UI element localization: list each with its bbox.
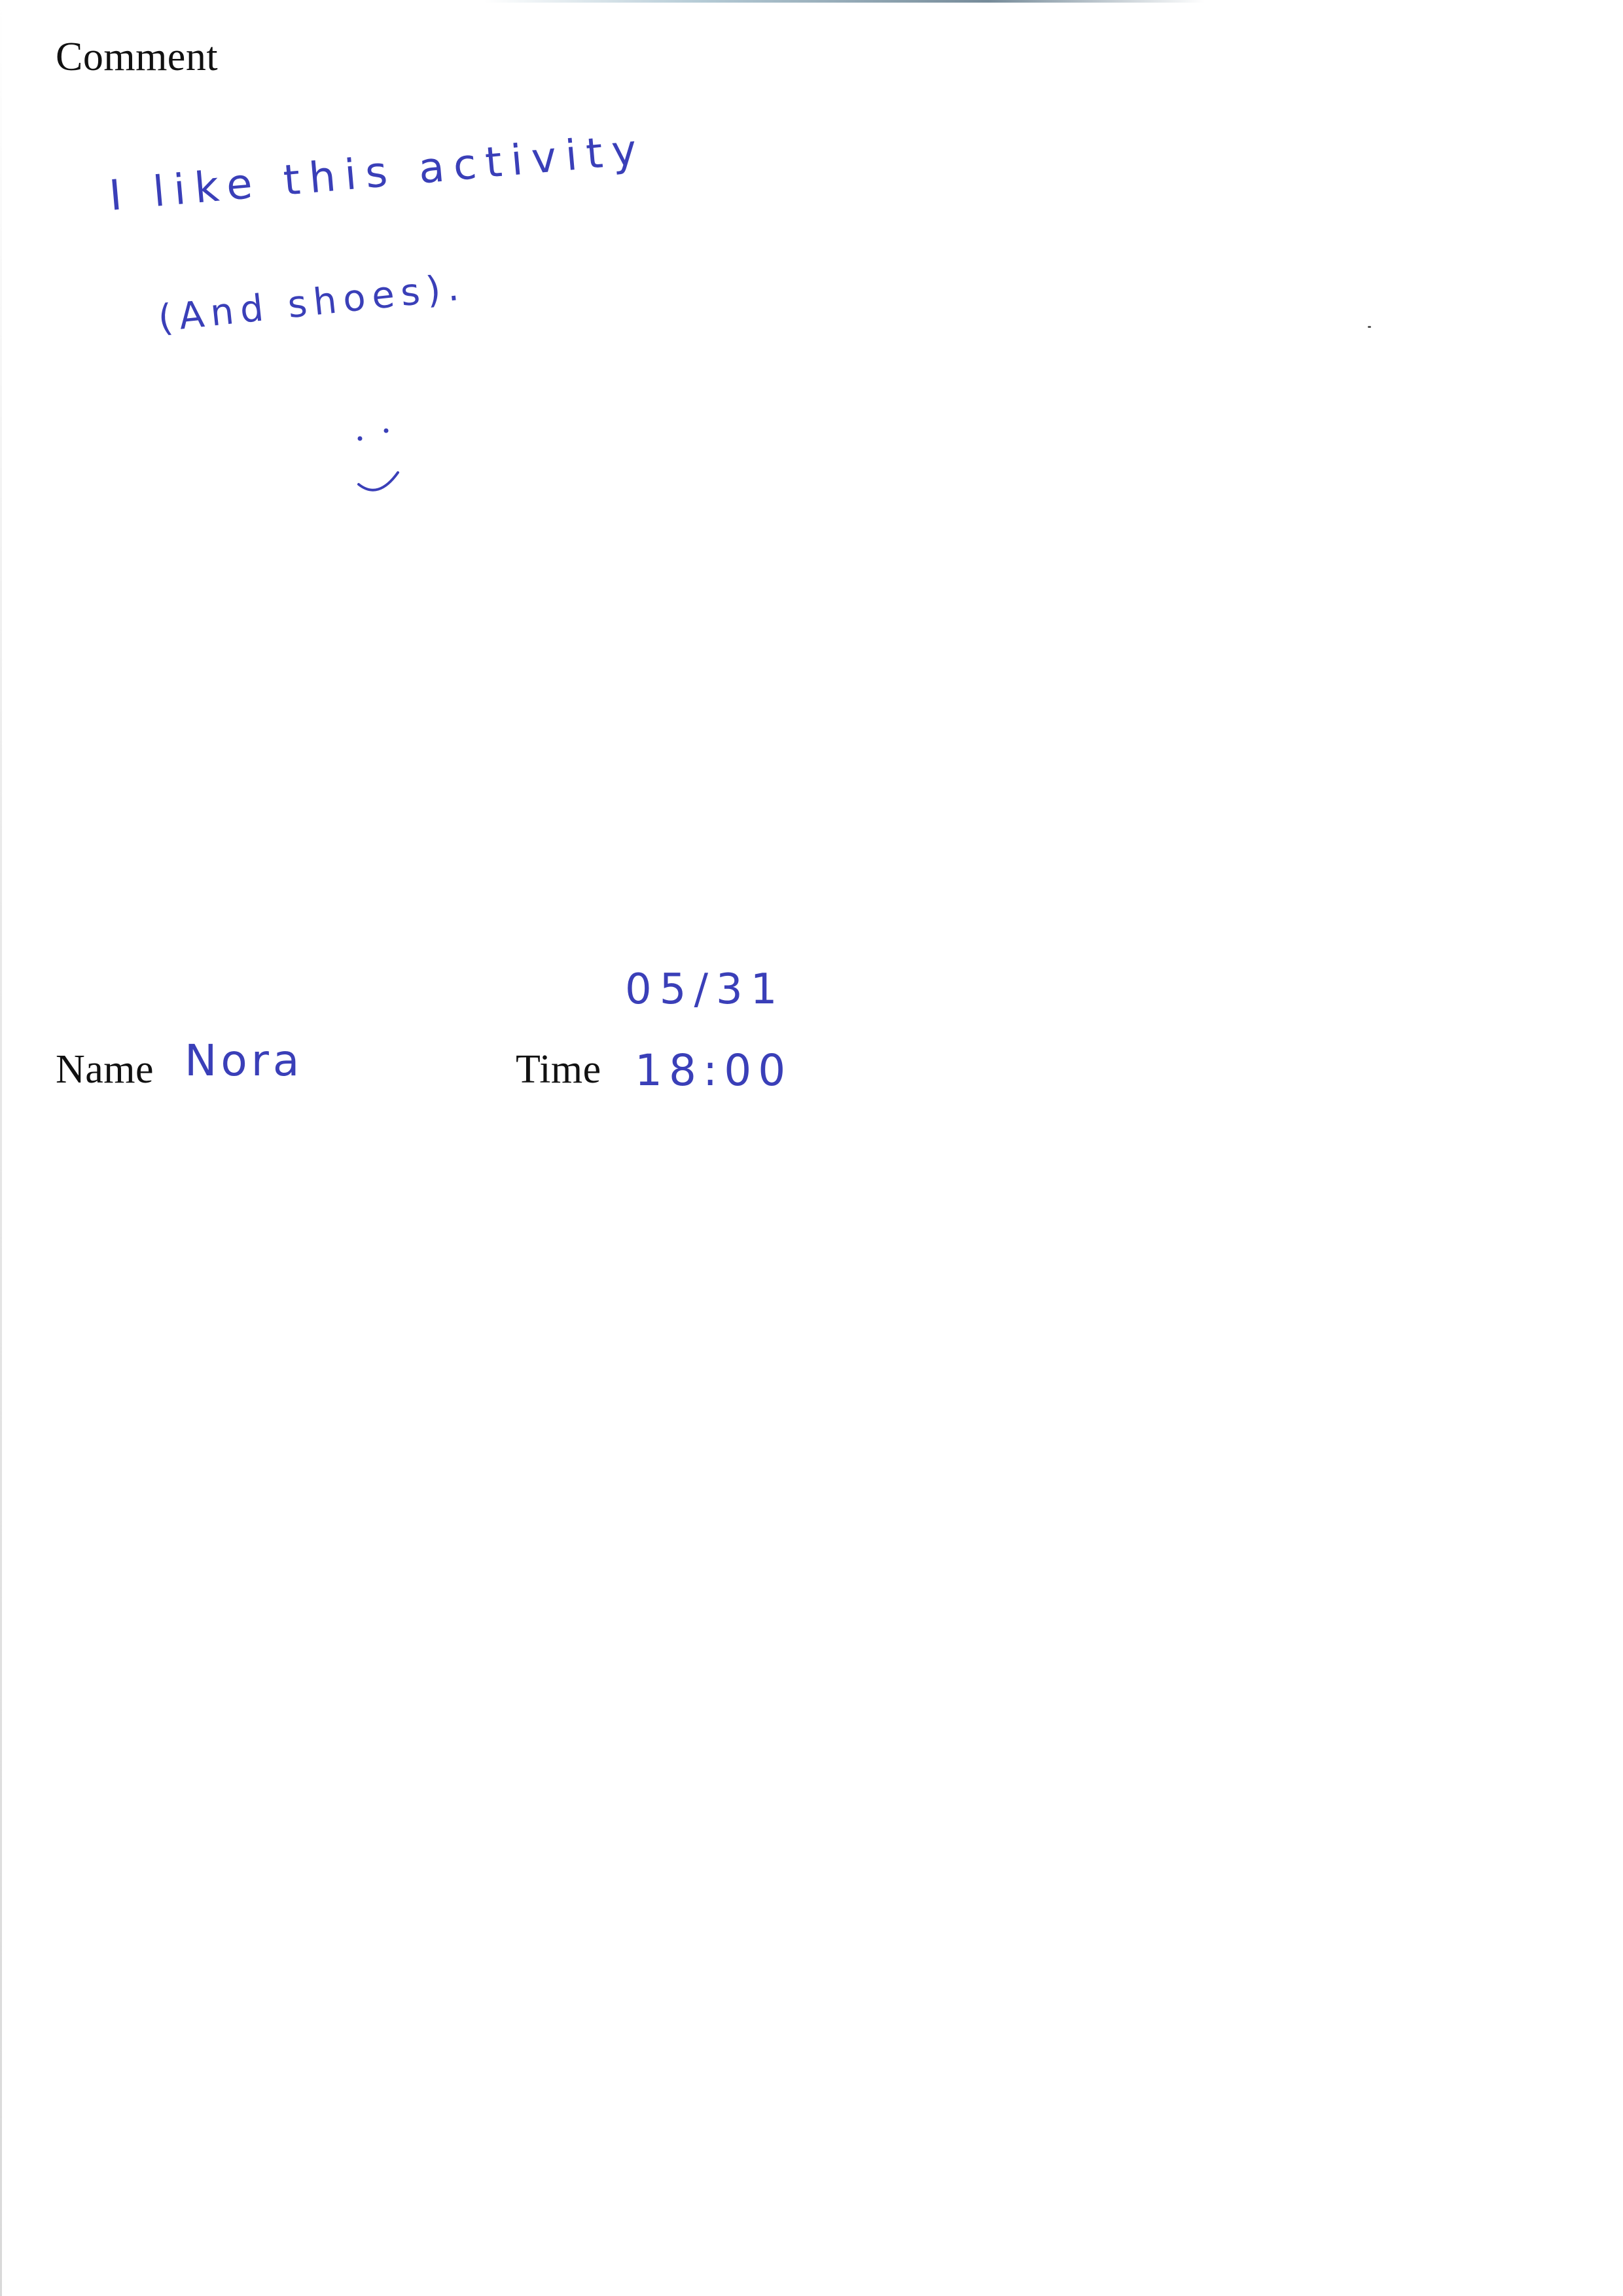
handwritten-name: Nora	[185, 1035, 304, 1086]
scan-speck	[1368, 326, 1371, 328]
handwritten-comment-line-1: I like this activity	[107, 125, 648, 221]
name-label: Name	[56, 1047, 154, 1092]
smiley-right-eye	[383, 428, 389, 433]
handwritten-date: 05/31	[625, 965, 785, 1014]
comment-form-page: Comment I like this activity (And shoes)…	[0, 0, 1623, 2296]
comment-heading: Comment	[56, 35, 219, 79]
handwritten-comment-line-2: (And shoes).	[156, 266, 468, 340]
smiley-mouth	[357, 471, 399, 492]
scan-edge-top	[484, 0, 1204, 3]
handwritten-time: 18:00	[635, 1045, 793, 1096]
smiley-left-eye	[357, 436, 363, 441]
smiley-face-icon	[357, 428, 399, 492]
time-label: Time	[516, 1047, 601, 1092]
scan-edge-left	[0, 0, 2, 2296]
